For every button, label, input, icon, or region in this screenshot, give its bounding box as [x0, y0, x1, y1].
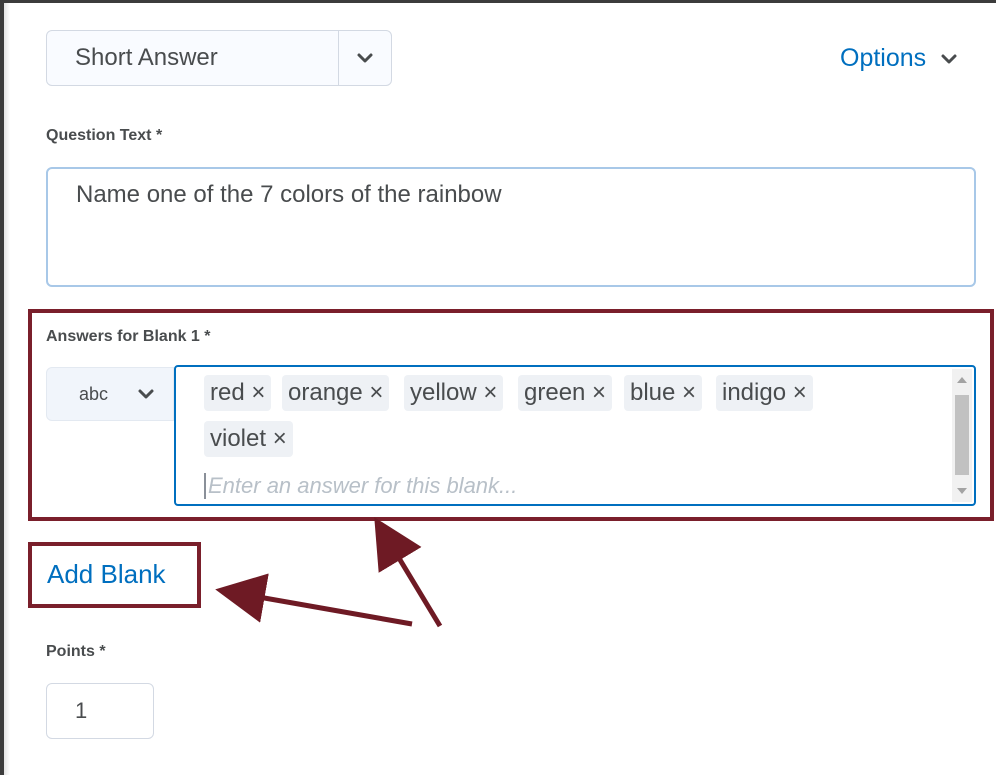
scrollbar-thumb[interactable] — [955, 395, 969, 475]
answer-chip[interactable]: indigo × — [716, 375, 813, 411]
answer-chip[interactable]: red × — [204, 375, 272, 411]
scroll-up-icon[interactable] — [957, 377, 967, 383]
answer-chip[interactable]: green × — [518, 375, 613, 411]
answer-chip[interactable]: blue × — [624, 375, 703, 411]
answer-chip[interactable]: yellow × — [404, 375, 504, 411]
chevron-down-icon — [137, 388, 173, 400]
points-label: Points * — [46, 643, 106, 660]
question-type-value: Short Answer — [75, 44, 218, 71]
answers-scrollbar[interactable] — [952, 369, 972, 502]
question-type-select[interactable]: Short Answer — [46, 30, 392, 86]
chevron-down-icon — [338, 31, 391, 85]
points-input[interactable]: 1 — [46, 683, 154, 739]
answer-entry-input[interactable]: Enter an answer for this blank... — [204, 473, 517, 499]
chevron-down-icon — [940, 53, 958, 65]
scroll-down-icon[interactable] — [957, 488, 967, 494]
evaluation-type-value: abc — [79, 383, 109, 404]
options-toggle[interactable]: Options — [840, 44, 958, 73]
evaluation-type-select[interactable]: abc — [46, 367, 174, 421]
question-text-label: Question Text * — [46, 127, 163, 144]
answers-label: Answers for Blank 1 * — [46, 328, 211, 345]
question-text-field[interactable]: Name one of the 7 colors of the rainbow — [46, 167, 976, 287]
answers-input-box[interactable]: red × orange × yellow × green × blue × i… — [174, 365, 976, 506]
answer-chip[interactable]: violet × — [204, 421, 293, 457]
answer-chip[interactable]: orange × — [282, 375, 390, 411]
add-blank-link[interactable]: Add Blank — [47, 559, 166, 590]
options-label: Options — [840, 44, 927, 72]
